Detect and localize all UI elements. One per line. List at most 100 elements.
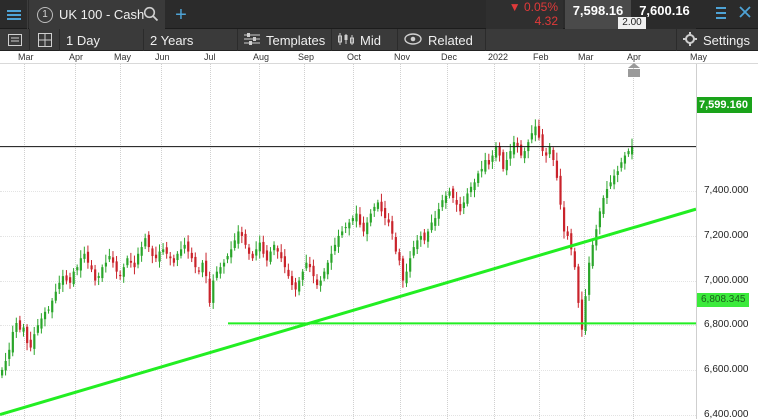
interval-selector[interactable]: 1 Day xyxy=(60,29,144,51)
candles-icon xyxy=(338,32,354,48)
candle xyxy=(219,262,222,279)
candle xyxy=(333,237,337,255)
candle xyxy=(570,228,573,256)
candle xyxy=(119,270,122,280)
candle xyxy=(376,199,380,212)
layout-icon[interactable] xyxy=(716,7,726,19)
candle xyxy=(555,152,559,181)
grid-layout-icon[interactable] xyxy=(30,29,60,51)
horizontal-line-label: 6,808.345 xyxy=(697,293,749,307)
price-type-selector[interactable]: Mid xyxy=(332,29,398,51)
candle xyxy=(11,325,14,357)
time-axis-label: Oct xyxy=(347,52,362,62)
candle xyxy=(623,151,627,170)
event-marker-icon[interactable] xyxy=(628,63,640,77)
trend-line[interactable] xyxy=(0,207,696,416)
candle xyxy=(430,214,433,233)
candle xyxy=(426,228,430,248)
candle xyxy=(301,268,304,286)
change-percent-value: 0.05% xyxy=(523,0,558,14)
candle xyxy=(179,241,183,259)
candle xyxy=(190,247,193,263)
candle xyxy=(598,207,601,235)
close-icon[interactable] xyxy=(739,6,751,18)
candle xyxy=(86,245,90,269)
add-tab-button[interactable]: + xyxy=(170,4,192,26)
candle xyxy=(444,191,448,209)
candle xyxy=(151,245,154,264)
candle xyxy=(90,260,93,273)
candle xyxy=(552,147,555,167)
candle xyxy=(473,178,476,198)
instrument-tab[interactable]: 1 UK 100 - Cash xyxy=(29,0,165,29)
candle xyxy=(65,270,68,285)
candle xyxy=(240,226,244,244)
time-axis-label: Mar xyxy=(578,52,594,62)
price-type-label: Mid xyxy=(360,32,381,48)
settings-button[interactable]: Settings xyxy=(676,29,758,51)
candle xyxy=(631,138,634,160)
candle xyxy=(434,210,437,231)
current-price-label: 7,599.160 xyxy=(697,97,752,113)
menu-icon[interactable] xyxy=(0,0,28,29)
candle xyxy=(384,200,387,226)
candle xyxy=(323,268,326,282)
candle xyxy=(97,272,100,286)
candle xyxy=(287,263,290,279)
candle xyxy=(76,264,79,276)
time-axis-label: May xyxy=(114,52,132,62)
candle xyxy=(305,254,308,271)
price-axis-label: 7,400.000 xyxy=(704,185,749,197)
chart-list-icon[interactable] xyxy=(0,29,30,51)
candle xyxy=(251,251,254,261)
candle xyxy=(627,148,630,157)
candle xyxy=(341,226,344,238)
candle xyxy=(537,119,541,141)
related-button[interactable]: Related xyxy=(398,29,486,51)
templates-button[interactable]: Templates xyxy=(238,29,332,51)
candle xyxy=(380,193,383,217)
candle xyxy=(72,268,75,287)
candle xyxy=(541,128,544,156)
candle xyxy=(158,244,161,268)
time-axis-label: Dec xyxy=(441,52,458,62)
candle xyxy=(477,170,480,187)
candle xyxy=(8,342,11,367)
candle xyxy=(609,175,612,190)
candle xyxy=(215,266,218,281)
time-axis-label: Feb xyxy=(533,52,549,62)
candle xyxy=(337,229,340,253)
price-axis-label: 6,800.000 xyxy=(704,319,749,331)
candle xyxy=(401,255,405,288)
candle xyxy=(294,277,297,297)
candle xyxy=(577,263,580,308)
candle xyxy=(398,248,401,266)
top-bar: 1 UK 100 - Cash + ▼ 0.05% 4.32 7,598.16 … xyxy=(0,0,758,29)
search-icon[interactable] xyxy=(143,6,159,25)
time-axis-label: Mar xyxy=(18,52,34,62)
candle xyxy=(1,367,4,379)
related-label: Related xyxy=(428,32,473,48)
candle xyxy=(104,254,108,273)
candle xyxy=(273,241,276,256)
candle xyxy=(494,142,498,162)
candle xyxy=(201,260,204,278)
candle xyxy=(441,194,444,211)
time-axis-label: Aug xyxy=(253,52,270,62)
candle xyxy=(484,152,487,175)
candle xyxy=(391,215,394,240)
candle xyxy=(452,185,455,203)
candle xyxy=(147,231,150,252)
candle xyxy=(169,251,172,266)
candle xyxy=(369,209,372,227)
price-chart[interactable] xyxy=(0,64,696,419)
range-selector[interactable]: 2 Years xyxy=(144,29,238,51)
candle xyxy=(29,331,32,352)
candle xyxy=(183,237,186,254)
candle xyxy=(312,259,315,284)
candle xyxy=(43,307,47,327)
candle xyxy=(620,157,623,172)
candle xyxy=(466,188,469,207)
candle xyxy=(437,202,440,226)
instrument-name: UK 100 - Cash xyxy=(59,7,145,22)
